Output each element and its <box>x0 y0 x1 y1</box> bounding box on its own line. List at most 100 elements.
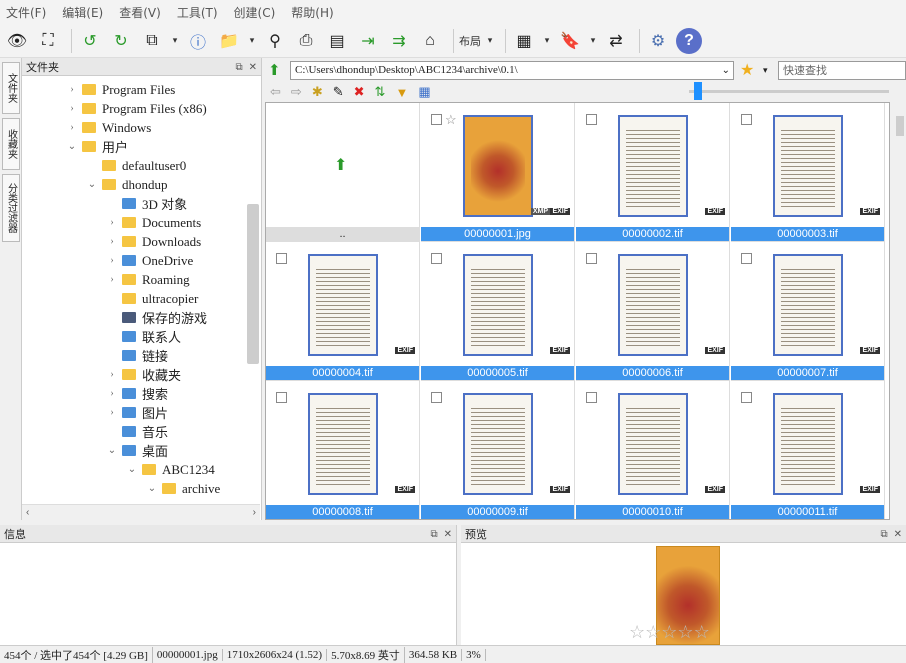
layout-button[interactable]: 布局 <box>459 33 481 49</box>
slideshow-icon[interactable]: ▦ <box>511 28 537 54</box>
tree-item[interactable]: › 收藏夹 <box>106 365 181 384</box>
scroll-left-icon[interactable]: ‹ <box>26 507 29 518</box>
expand-arrow-icon[interactable]: ⌄ <box>146 483 158 494</box>
thumbnail-scrollbar[interactable] <box>894 102 906 520</box>
expand-arrow-icon[interactable]: › <box>106 369 118 380</box>
menu-item[interactable]: 查看(V) <box>119 4 161 21</box>
info-icon[interactable]: ⓘ <box>185 28 211 54</box>
expand-arrow-icon[interactable]: ⌄ <box>66 141 78 152</box>
scanner-icon[interactable]: ▤ <box>324 28 350 54</box>
new-folder-icon[interactable]: ✱ <box>312 84 323 100</box>
tree-item[interactable]: › Roaming <box>106 270 189 289</box>
chevron-down-icon[interactable]: ▾ <box>763 65 768 76</box>
tree-item[interactable]: › Program Files <box>66 80 175 99</box>
tree-item[interactable]: defaultuser0 <box>86 156 186 175</box>
tree-item[interactable]: ⌄ dhondup <box>86 175 168 194</box>
restore-icon[interactable]: ⧉ <box>430 529 437 540</box>
restore-icon[interactable]: ⧉ <box>235 62 242 73</box>
restore-icon[interactable]: ⧉ <box>880 529 887 540</box>
sort-icon[interactable]: ⇅ <box>375 84 386 100</box>
select-checkbox[interactable] <box>276 392 287 403</box>
forward-icon[interactable]: ⇨ <box>291 84 302 100</box>
settings-icon[interactable]: ⚙ <box>645 28 671 54</box>
expand-arrow-icon[interactable]: › <box>106 236 118 247</box>
select-checkbox[interactable] <box>431 392 442 403</box>
chevron-down-icon[interactable]: ▾ <box>588 28 598 54</box>
camera-icon[interactable]: ⌂ <box>417 28 443 54</box>
tree-item[interactable]: 保存的游戏 <box>106 308 207 327</box>
tab-favorites[interactable]: 收藏夹 <box>2 118 20 170</box>
menu-item[interactable]: 创建(C) <box>234 4 276 21</box>
expand-arrow-icon[interactable]: ⌄ <box>86 179 98 190</box>
expand-arrow-icon[interactable]: › <box>66 122 78 133</box>
tree-item[interactable]: › Downloads <box>106 232 201 251</box>
move-to-icon[interactable]: ⇥ <box>355 28 381 54</box>
rename-icon[interactable]: ✎ <box>333 84 344 100</box>
close-icon[interactable]: ✕ <box>249 62 257 73</box>
star-icon[interactable]: ★ <box>740 60 754 80</box>
thumbnail-item[interactable]: EXIF 00000004.tif <box>266 242 420 381</box>
rating-star-icon[interactable]: ☆ <box>661 622 677 642</box>
search-input[interactable]: 快速查找 <box>778 60 906 80</box>
tree-item[interactable]: ⌄ 桌面 <box>106 441 168 460</box>
menu-item[interactable]: 文件(F) <box>6 4 46 21</box>
select-checkbox[interactable] <box>586 253 597 264</box>
rating-star-icon[interactable]: ☆ <box>645 622 661 642</box>
thumbnail-item[interactable]: EXIF 00000008.tif <box>266 381 420 519</box>
rotate-left-icon[interactable]: ↺ <box>77 28 103 54</box>
address-input[interactable]: C:\Users\dhondup\Desktop\ABC1234\archive… <box>290 60 734 80</box>
rotate-right-icon[interactable]: ↻ <box>108 28 134 54</box>
tree-item[interactable]: ⌄ 用户 <box>66 137 128 156</box>
tree-item[interactable]: 链接 <box>106 346 168 365</box>
select-checkbox[interactable] <box>431 114 442 125</box>
tree-hscrollbar[interactable]: ‹ › <box>22 504 260 520</box>
delete-icon[interactable]: ✖ <box>354 84 365 100</box>
tab-category-filter[interactable]: 分类过滤器 <box>2 174 20 242</box>
tree-item[interactable]: › 搜索 <box>106 384 168 403</box>
chevron-down-icon[interactable]: ▾ <box>542 28 552 54</box>
expand-arrow-icon[interactable]: › <box>66 103 78 114</box>
select-checkbox[interactable] <box>276 253 287 264</box>
back-icon[interactable]: ⇦ <box>270 84 281 100</box>
thumbnail-item[interactable]: EXIF 00000002.tif <box>576 103 730 242</box>
select-checkbox[interactable] <box>741 392 752 403</box>
thumbnail-item[interactable]: EXIF 00000007.tif <box>731 242 885 381</box>
star-icon[interactable]: ☆ <box>445 112 457 128</box>
transform-icon[interactable]: ⧉ <box>139 28 165 54</box>
rating-star-icon[interactable]: ☆ <box>677 622 693 642</box>
print-icon[interactable]: ⎙ <box>293 28 319 54</box>
chevron-down-icon[interactable]: ⌄ <box>722 62 730 79</box>
thumbnail-item[interactable]: EXIF 00000006.tif <box>576 242 730 381</box>
thumbnail-item[interactable]: EXIF 00000010.tif <box>576 381 730 519</box>
view-icon[interactable]: 👁 <box>4 28 30 54</box>
menu-item[interactable]: 帮助(H) <box>291 4 333 21</box>
thumbnail-view-icon[interactable]: ▦ <box>418 84 430 100</box>
thumbnail-item[interactable]: ☆ XMP EXIF 00000001.jpg <box>421 103 575 242</box>
expand-arrow-icon[interactable]: › <box>66 84 78 95</box>
tree-item[interactable]: › 图片 <box>106 403 168 422</box>
expand-arrow-icon[interactable]: › <box>106 217 118 228</box>
tree-scrollbar[interactable] <box>247 204 259 364</box>
select-checkbox[interactable] <box>586 114 597 125</box>
select-checkbox[interactable] <box>741 253 752 264</box>
expand-arrow-icon[interactable]: ⌄ <box>126 464 138 475</box>
thumbnail-item[interactable]: EXIF 00000005.tif <box>421 242 575 381</box>
tree-item[interactable]: ⌄ archive <box>146 479 220 498</box>
rating-star-icon[interactable]: ☆ <box>694 622 710 642</box>
thumbnail-item[interactable]: EXIF 00000009.tif <box>421 381 575 519</box>
select-checkbox[interactable] <box>431 253 442 264</box>
rating-star-icon[interactable]: ☆ <box>629 622 645 642</box>
expand-arrow-icon[interactable]: › <box>106 388 118 399</box>
help-icon[interactable]: ? <box>676 27 702 54</box>
expand-arrow-icon[interactable]: › <box>106 274 118 285</box>
zoom-slider-handle[interactable] <box>694 82 702 100</box>
binoculars-icon[interactable]: ⚲ <box>262 28 288 54</box>
expand-arrow-icon[interactable]: › <box>106 407 118 418</box>
chevron-down-icon[interactable]: ▾ <box>170 28 180 54</box>
thumbnail-item[interactable]: EXIF 00000011.tif <box>731 381 885 519</box>
rating-stars[interactable]: ☆☆☆☆☆ <box>629 622 710 643</box>
tree-item[interactable]: 音乐 <box>106 422 168 441</box>
tree-item[interactable]: › Documents <box>106 213 201 232</box>
zoom-slider[interactable] <box>689 90 889 93</box>
tree-item[interactable]: ⌄ ABC1234 <box>126 460 215 479</box>
